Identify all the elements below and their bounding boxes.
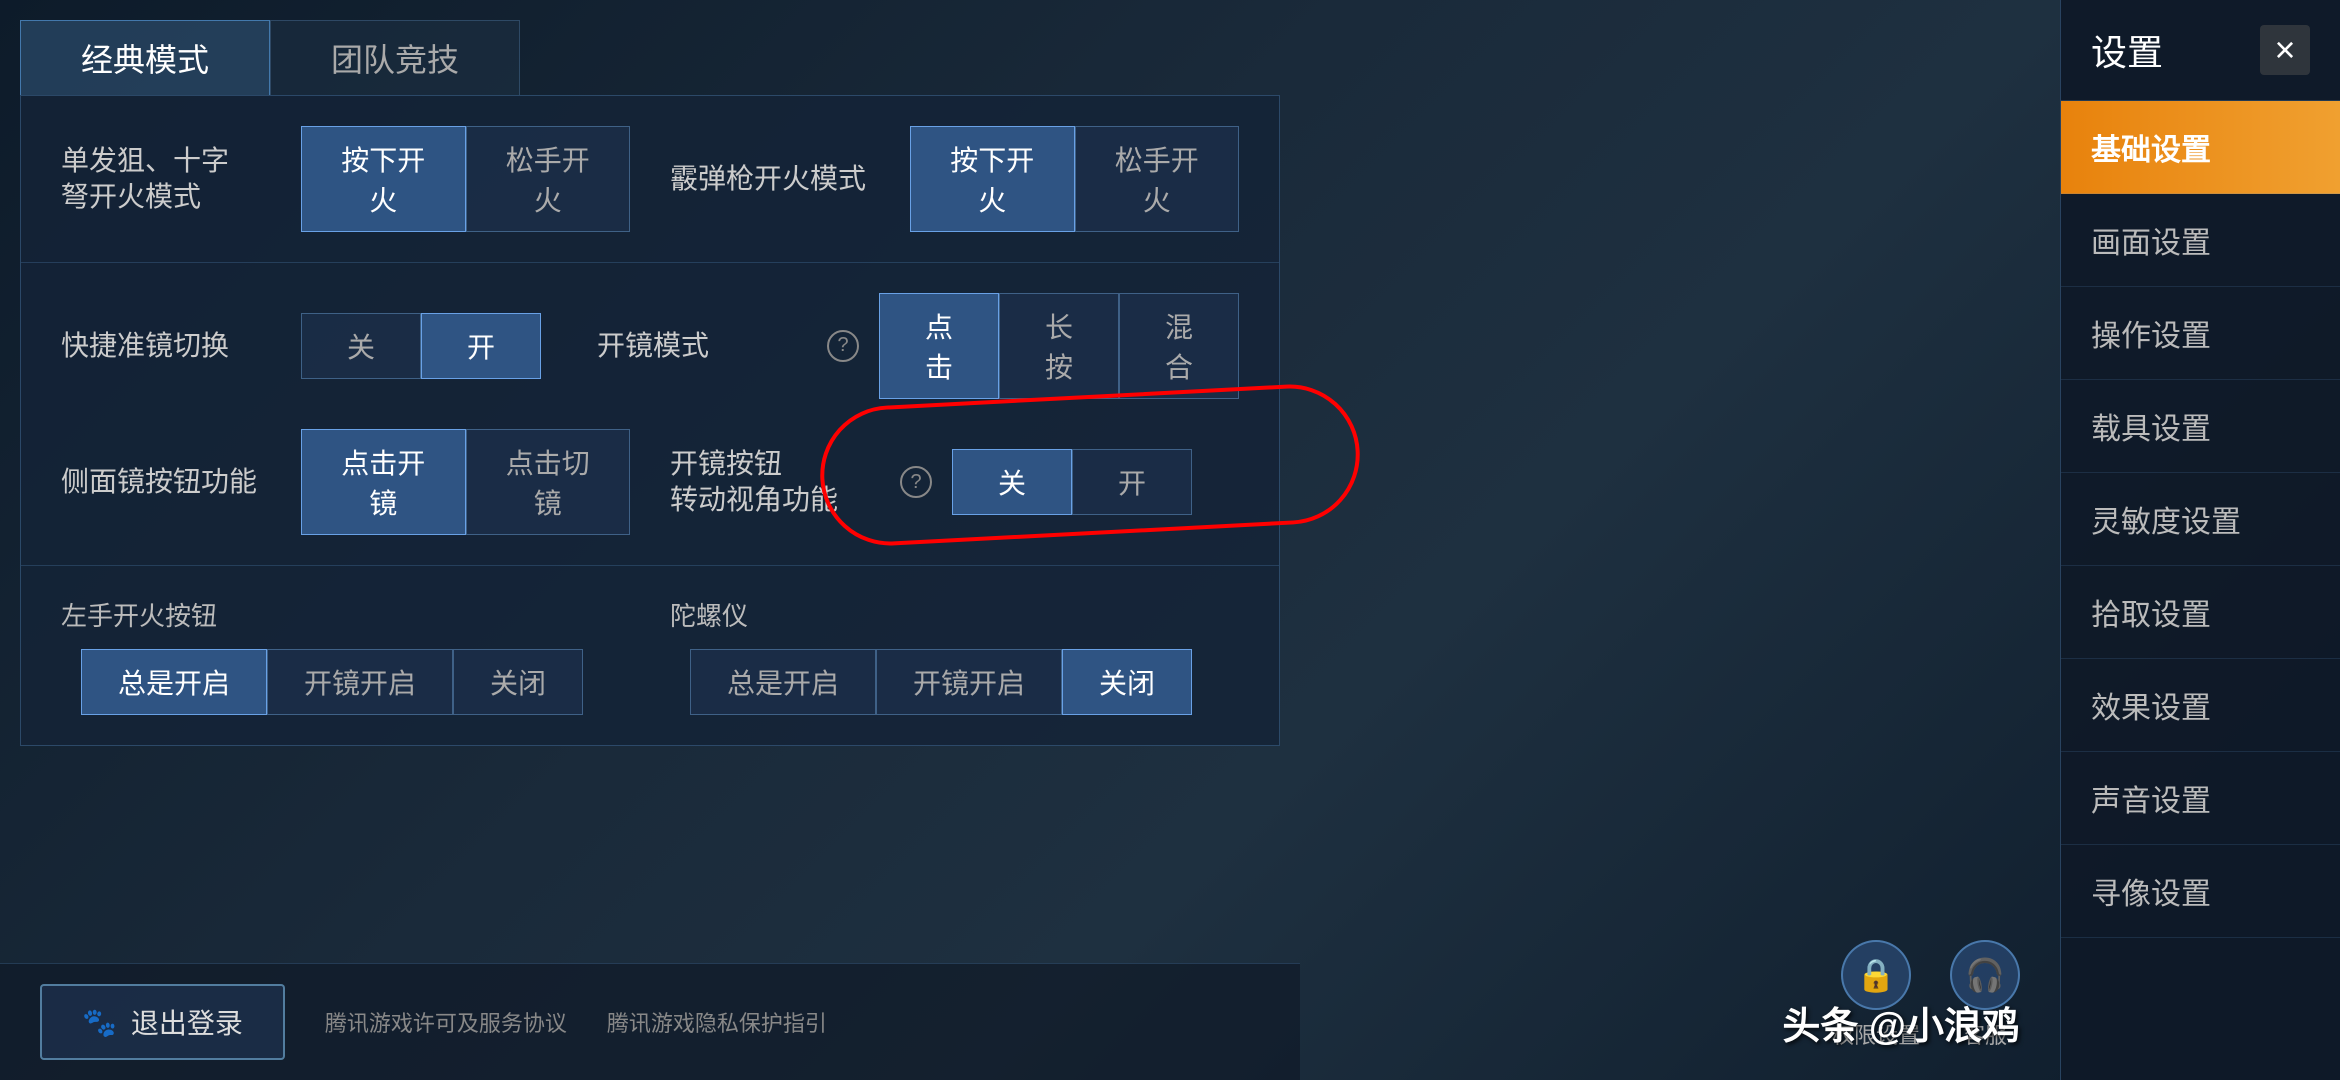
sidebar-item-display[interactable]: 画面设置 <box>2061 194 2340 287</box>
scope-rotate-on-btn[interactable]: 开 <box>1072 449 1192 515</box>
close-button[interactable]: × <box>2260 25 2310 75</box>
sidebar-item-image[interactable]: 寻像设置 <box>2061 845 2340 938</box>
scope-mode-label: 开镜模式 <box>597 328 817 364</box>
section-scope: 快捷准镜切换 关 开 开镜模式 ? 点击 长按 混合 <box>21 263 1279 566</box>
quick-scope-off-btn[interactable]: 关 <box>301 313 421 379</box>
sidebar-item-pickup[interactable]: 拾取设置 <box>2061 566 2340 659</box>
bottom-bar: 🐾 退出登录 腾讯游戏许可及服务协议 腾讯游戏隐私保护指引 <box>0 963 1300 1080</box>
left-fire-scope-btn[interactable]: 开镜开启 <box>267 649 453 715</box>
scope-mode-tap-btn[interactable]: 点击 <box>879 293 999 399</box>
shotgun-label: 霰弹枪开火模式 <box>670 161 890 197</box>
logout-button[interactable]: 🐾 退出登录 <box>40 984 285 1060</box>
fire-mode-row: 单发狙、十字 弩开火模式 按下开火 松手开火 霰弹枪开火模式 按下开火 松手开火 <box>61 126 1239 232</box>
gyro-label: 陀螺仪 <box>670 596 748 633</box>
sidebar: 设置 × 基础设置 画面设置 操作设置 载具设置 灵敏度设置 拾取设置 效果设置… <box>2060 0 2340 1080</box>
left-fire-label: 左手开火按钮 <box>61 596 217 633</box>
left-fire-btn-group: 总是开启 开镜开启 关闭 <box>81 649 583 715</box>
sidebar-item-effects[interactable]: 效果设置 <box>2061 659 2340 752</box>
single-shot-half: 单发狙、十字 弩开火模式 按下开火 松手开火 <box>61 126 630 232</box>
scope-mode-half: 开镜模式 ? 点击 长按 混合 <box>597 293 1239 399</box>
single-shot-label: 单发狙、十字 弩开火模式 <box>61 143 281 216</box>
scope-row1: 快捷准镜切换 关 开 开镜模式 ? 点击 长按 混合 <box>61 293 1239 399</box>
sidebar-item-sound[interactable]: 声音设置 <box>2061 752 2340 845</box>
scope-rotate-half: 开镜按钮 转动视角功能 ? 关 开 <box>670 446 1239 519</box>
single-shot-press-btn[interactable]: 按下开火 <box>301 126 466 232</box>
scope-mode-mix-btn[interactable]: 混合 <box>1119 293 1239 399</box>
tab-classic[interactable]: 经典模式 <box>20 20 270 95</box>
watermark: 头条 @小浪鸡 <box>1782 995 2020 1050</box>
side-scope-open-btn[interactable]: 点击开镜 <box>301 429 466 535</box>
sidebar-item-sensitivity[interactable]: 灵敏度设置 <box>2061 473 2340 566</box>
scope-mode-btn-group: 点击 长按 混合 <box>879 293 1239 399</box>
mode-tabs: 经典模式 团队竞技 <box>20 20 1280 95</box>
shotgun-half: 霰弹枪开火模式 按下开火 松手开火 <box>670 126 1239 232</box>
scope-mode-hold-btn[interactable]: 长按 <box>999 293 1119 399</box>
gyro-btn-group: 总是开启 开镜开启 关闭 <box>690 649 1192 715</box>
main-settings-container: 经典模式 团队竞技 单发狙、十字 弩开火模式 按下开火 松手开火 霰弹枪开火模式… <box>0 0 1300 1080</box>
side-scope-btn-group: 点击开镜 点击切镜 <box>301 429 630 535</box>
gyro-half: 陀螺仪 总是开启 开镜开启 关闭 <box>670 596 1239 715</box>
side-scope-half: 侧面镜按钮功能 点击开镜 点击切镜 <box>61 429 630 535</box>
single-shot-release-btn[interactable]: 松手开火 <box>466 126 631 232</box>
scope-rotate-off-btn[interactable]: 关 <box>952 449 1072 515</box>
quick-scope-on-btn[interactable]: 开 <box>421 313 541 379</box>
scope-rotate-help-icon[interactable]: ? <box>900 466 932 498</box>
section-fire-gyro: 左手开火按钮 总是开启 开镜开启 关闭 陀螺仪 总是开启 开镜开启 关闭 <box>21 566 1279 745</box>
quick-scope-half: 快捷准镜切换 关 开 <box>61 313 557 379</box>
side-scope-label: 侧面镜按钮功能 <box>61 464 281 500</box>
logout-label: 退出登录 <box>131 1002 243 1042</box>
sidebar-item-vehicle[interactable]: 载具设置 <box>2061 380 2340 473</box>
scope-mode-help-icon[interactable]: ? <box>827 330 859 362</box>
tab-team[interactable]: 团队竞技 <box>270 20 520 95</box>
gyro-always-btn[interactable]: 总是开启 <box>690 649 876 715</box>
service-agreement-link[interactable]: 腾讯游戏许可及服务协议 <box>325 1006 567 1038</box>
quick-scope-btn-group: 关 开 <box>301 313 541 379</box>
scope-row2: 侧面镜按钮功能 点击开镜 点击切镜 开镜按钮 转动视角功能 ? 关 开 <box>61 429 1239 535</box>
quick-scope-label: 快捷准镜切换 <box>61 328 281 364</box>
left-fire-always-btn[interactable]: 总是开启 <box>81 649 267 715</box>
scope-rotate-btn-group: 关 开 <box>952 449 1192 515</box>
sidebar-item-controls[interactable]: 操作设置 <box>2061 287 2340 380</box>
sidebar-header: 设置 × <box>2061 0 2340 101</box>
privacy-policy-link[interactable]: 腾讯游戏隐私保护指引 <box>607 1006 827 1038</box>
sidebar-item-basic[interactable]: 基础设置 <box>2061 101 2340 194</box>
scope-rotate-label-group: 开镜按钮 转动视角功能 ? <box>670 446 932 519</box>
left-fire-off-btn[interactable]: 关闭 <box>453 649 583 715</box>
sidebar-title: 设置 <box>2091 24 2163 76</box>
shotgun-release-btn[interactable]: 松手开火 <box>1075 126 1240 232</box>
shotgun-btn-group: 按下开火 松手开火 <box>910 126 1239 232</box>
side-scope-switch-btn[interactable]: 点击切镜 <box>466 429 631 535</box>
gyro-scope-btn[interactable]: 开镜开启 <box>876 649 1062 715</box>
fire-gyro-row: 左手开火按钮 总是开启 开镜开启 关闭 陀螺仪 总是开启 开镜开启 关闭 <box>61 596 1239 715</box>
scope-rotate-label: 开镜按钮 转动视角功能 <box>670 446 890 519</box>
single-shot-btn-group: 按下开火 松手开火 <box>301 126 630 232</box>
shotgun-press-btn[interactable]: 按下开火 <box>910 126 1075 232</box>
left-fire-half: 左手开火按钮 总是开启 开镜开启 关闭 <box>61 596 630 715</box>
section-fire-mode: 单发狙、十字 弩开火模式 按下开火 松手开火 霰弹枪开火模式 按下开火 松手开火 <box>21 96 1279 263</box>
gyro-off-btn[interactable]: 关闭 <box>1062 649 1192 715</box>
scope-mode-label-group: 开镜模式 ? <box>597 328 859 364</box>
settings-panel: 单发狙、十字 弩开火模式 按下开火 松手开火 霰弹枪开火模式 按下开火 松手开火 <box>20 95 1280 746</box>
user-icon: 🐾 <box>82 1006 117 1039</box>
